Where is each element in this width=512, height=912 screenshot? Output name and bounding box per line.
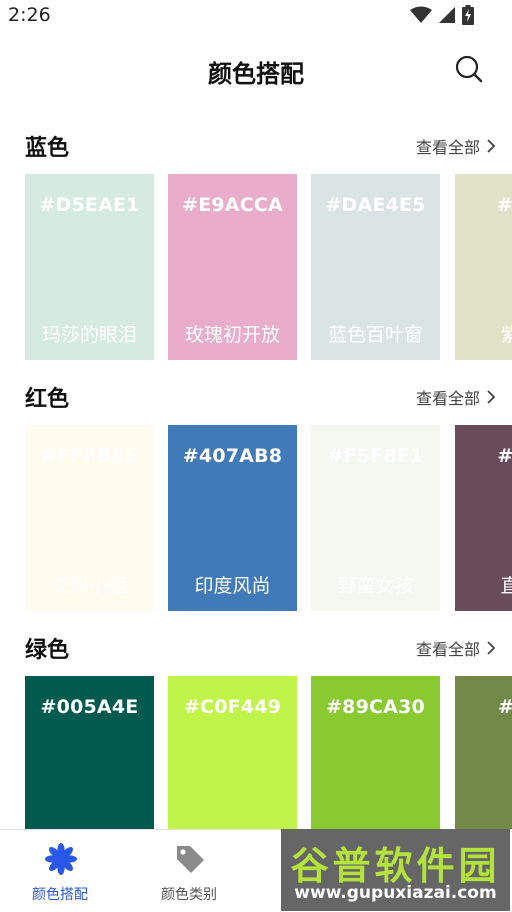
chevron-right-icon	[487, 641, 496, 655]
watermark-title: 谷普软件园	[290, 844, 501, 888]
color-code: #6A	[497, 445, 512, 467]
color-card[interactable]: #DF 紫罗	[455, 174, 512, 360]
color-code: #E9ACCA	[182, 194, 283, 216]
search-icon	[455, 55, 483, 83]
see-all-link[interactable]: 查看全部	[416, 134, 496, 158]
see-all-link[interactable]: 查看全部	[416, 636, 496, 660]
color-name: 艾玛小姐	[51, 575, 128, 597]
color-code: #C0F449	[183, 696, 282, 718]
color-code: #DAE4E5	[325, 194, 426, 216]
color-code: #72	[455, 696, 512, 718]
status-bar: 2:26	[0, 0, 512, 32]
color-code: #FFFBEE	[41, 445, 138, 467]
signal-icon	[439, 7, 455, 23]
status-icons	[410, 5, 474, 25]
color-name: 印度风尚	[194, 575, 271, 597]
color-card[interactable]: #407AB8 印度风尚	[168, 425, 297, 611]
page-title: 颜色搭配	[208, 60, 304, 88]
color-name: 紫罗	[500, 324, 512, 346]
battery-charging-icon	[462, 5, 474, 25]
nav-item-color-category[interactable]: 颜色类别	[129, 830, 249, 912]
color-name: 野蛮女孩	[337, 575, 414, 597]
nav-label-color-match: 颜色搭配	[32, 887, 88, 903]
color-code: #D5EAE1	[39, 194, 140, 216]
chevron-right-icon	[487, 390, 496, 404]
color-code: #89CA30	[326, 696, 425, 718]
color-card[interactable]: #E9ACCA 玫瑰初开放	[168, 174, 297, 360]
color-card[interactable]: #D5EAE1 玛莎的眼泪	[25, 174, 154, 360]
section-title: 红色	[25, 387, 70, 412]
section-title: 绿色	[25, 638, 70, 663]
watermark-url: www.gupuxiazai.com	[294, 883, 497, 903]
see-all-label: 查看全部	[415, 138, 480, 157]
nav-label-color-category: 颜色类别	[161, 887, 217, 903]
color-code: #DF	[496, 194, 512, 216]
watermark: 谷普软件园 www.gupuxiazai.com	[281, 829, 510, 911]
color-name: 直到	[500, 575, 512, 597]
status-time: 2:26	[8, 4, 51, 26]
nav-item-color-match[interactable]: 颜色搭配	[0, 830, 120, 912]
color-card-list: #D5EAE1 玛莎的眼泪 #E9ACCA 玫瑰初开放 #DAE4E5 蓝色百叶窗 #DF 紫…	[25, 174, 512, 360]
section-title: 蓝色	[25, 136, 70, 161]
color-card[interactable]: #F5F8F1 野蛮女孩	[311, 425, 440, 611]
color-code: #F5F8F1	[327, 445, 424, 467]
app-bar: 颜色搭配	[0, 36, 512, 108]
color-code: #407AB8	[182, 445, 283, 467]
flower-icon	[45, 843, 77, 875]
color-name: 玫瑰初开放	[184, 324, 280, 346]
color-name: 玛莎的眼泪	[41, 324, 137, 346]
search-button[interactable]	[454, 54, 486, 86]
wifi-icon	[410, 6, 432, 23]
color-name: 蓝色百叶窗	[327, 324, 423, 346]
color-card[interactable]: #6A 直到	[455, 425, 512, 611]
color-code: #005A4E	[40, 696, 139, 718]
see-all-label: 查看全部	[415, 389, 480, 408]
see-all-label: 查看全部	[415, 640, 480, 659]
chevron-right-icon	[487, 139, 496, 153]
color-card[interactable]: #FFFBEE 艾玛小姐	[25, 425, 154, 611]
color-section: 蓝色 查看全部 #D5EAE1 玛莎的眼泪 #E9ACCA 玫瑰初开放 #DAE4E5 蓝色百…	[0, 130, 512, 370]
see-all-link[interactable]: 查看全部	[416, 385, 496, 409]
color-card-list: #FFFBEE 艾玛小姐 #407AB8 印度风尚 #F5F8F1 野蛮女孩 #6A 直到	[25, 425, 512, 611]
color-card[interactable]: #DAE4E5 蓝色百叶窗	[311, 174, 440, 360]
color-section: 红色 查看全部 #FFFBEE 艾玛小姐 #407AB8 印度风尚 #F5F8F1 野蛮女孩 #…	[0, 381, 512, 621]
tag-icon	[177, 846, 204, 873]
